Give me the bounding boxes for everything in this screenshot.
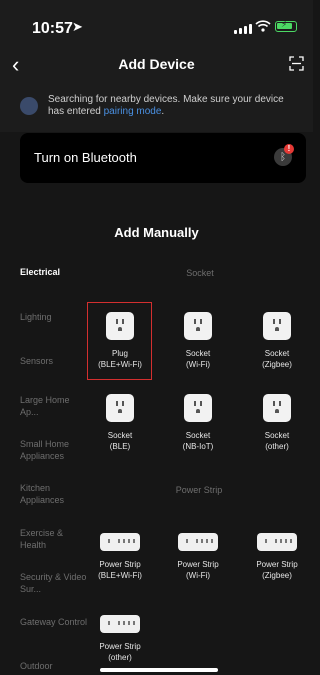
device-power-strip-ble-wifi[interactable]: Power Strip (BLE+Wi-Fi) bbox=[84, 533, 156, 581]
pairing-mode-link[interactable]: pairing mode bbox=[104, 106, 162, 117]
socket-icon bbox=[106, 312, 134, 340]
sidebar-item-gateway-control[interactable]: Gateway Control bbox=[20, 616, 90, 628]
power-strip-icon bbox=[257, 533, 297, 551]
power-strip-icon bbox=[100, 615, 140, 633]
sidebar-item-security-video[interactable]: Security & Video Sur... bbox=[20, 571, 90, 595]
device-plug-ble-wifi[interactable]: Plug (BLE+Wi-Fi) bbox=[84, 312, 156, 370]
cellular-signal-icon bbox=[234, 24, 252, 34]
group-label-power-strip: Power Strip bbox=[175, 485, 223, 495]
device-label: Power Strip (Zigbee) bbox=[256, 560, 298, 580]
sidebar-item-electrical[interactable]: Electrical bbox=[20, 266, 90, 278]
page-title: Add Device bbox=[118, 56, 195, 72]
device-power-strip-wifi[interactable]: Power Strip (Wi-Fi) bbox=[162, 533, 234, 581]
device-label: Power Strip (Wi-Fi) bbox=[177, 560, 219, 580]
socket-icon bbox=[106, 394, 134, 422]
bluetooth-card[interactable]: Turn on Bluetooth ᛒ ! bbox=[20, 133, 306, 183]
sidebar-item-sensors[interactable]: Sensors bbox=[20, 355, 90, 367]
socket-icon bbox=[184, 394, 212, 422]
device-socket-zigbee[interactable]: Socket (Zigbee) bbox=[241, 312, 313, 370]
status-time: 10:57 bbox=[32, 20, 73, 37]
search-spinner-icon bbox=[20, 97, 38, 115]
search-status-text: Searching for nearby devices. Make sure … bbox=[48, 94, 284, 117]
device-label: Plug (BLE+Wi-Fi) bbox=[98, 349, 142, 369]
status-bar: 10:57 ➤ ⚡ bbox=[0, 0, 313, 46]
sidebar-item-lighting[interactable]: Lighting bbox=[20, 311, 90, 323]
warning-badge: ! bbox=[284, 144, 294, 154]
battery-charging-icon: ⚡ bbox=[275, 19, 297, 32]
device-label: Socket (other) bbox=[264, 431, 290, 451]
socket-icon bbox=[184, 312, 212, 340]
location-arrow-icon: ➤ bbox=[72, 19, 83, 34]
home-indicator[interactable] bbox=[100, 668, 218, 672]
device-label: Socket (NB-IoT) bbox=[182, 431, 214, 451]
sidebar-item-small-home-appliances[interactable]: Small Home Appliances bbox=[20, 438, 90, 462]
navigation-bar: ‹ Add Device bbox=[0, 46, 313, 84]
socket-icon bbox=[263, 394, 291, 422]
sidebar-item-large-home-appliances[interactable]: Large Home Ap... bbox=[20, 394, 90, 418]
sidebar-item-outdoor[interactable]: Outdoor bbox=[20, 660, 90, 672]
wifi-icon bbox=[255, 20, 271, 32]
socket-icon bbox=[263, 312, 291, 340]
search-status: Searching for nearby devices. Make sure … bbox=[0, 84, 313, 132]
device-power-strip-zigbee[interactable]: Power Strip (Zigbee) bbox=[241, 533, 313, 581]
device-label: Socket (Zigbee) bbox=[262, 349, 292, 369]
section-title: Add Manually bbox=[114, 225, 199, 240]
device-label: Power Strip (other) bbox=[99, 642, 141, 662]
device-label: Socket (Wi-Fi) bbox=[185, 349, 211, 369]
device-socket-ble[interactable]: Socket (BLE) bbox=[84, 394, 156, 452]
sidebar-item-kitchen-appliances[interactable]: Kitchen Appliances bbox=[20, 482, 90, 506]
device-label: Power Strip (BLE+Wi-Fi) bbox=[98, 560, 142, 580]
sidebar-item-exercise-health[interactable]: Exercise & Health bbox=[20, 527, 90, 551]
device-power-strip-other[interactable]: Power Strip (other) bbox=[84, 615, 156, 663]
scan-icon[interactable] bbox=[289, 56, 304, 71]
device-label: Socket (BLE) bbox=[107, 431, 133, 451]
device-socket-nb-iot[interactable]: Socket (NB-IoT) bbox=[162, 394, 234, 452]
power-strip-icon bbox=[100, 533, 140, 551]
group-label-socket: Socket bbox=[186, 268, 214, 278]
device-socket-other[interactable]: Socket (other) bbox=[241, 394, 313, 452]
bluetooth-label: Turn on Bluetooth bbox=[34, 150, 137, 165]
power-strip-icon bbox=[178, 533, 218, 551]
device-socket-wifi[interactable]: Socket (Wi-Fi) bbox=[162, 312, 234, 370]
